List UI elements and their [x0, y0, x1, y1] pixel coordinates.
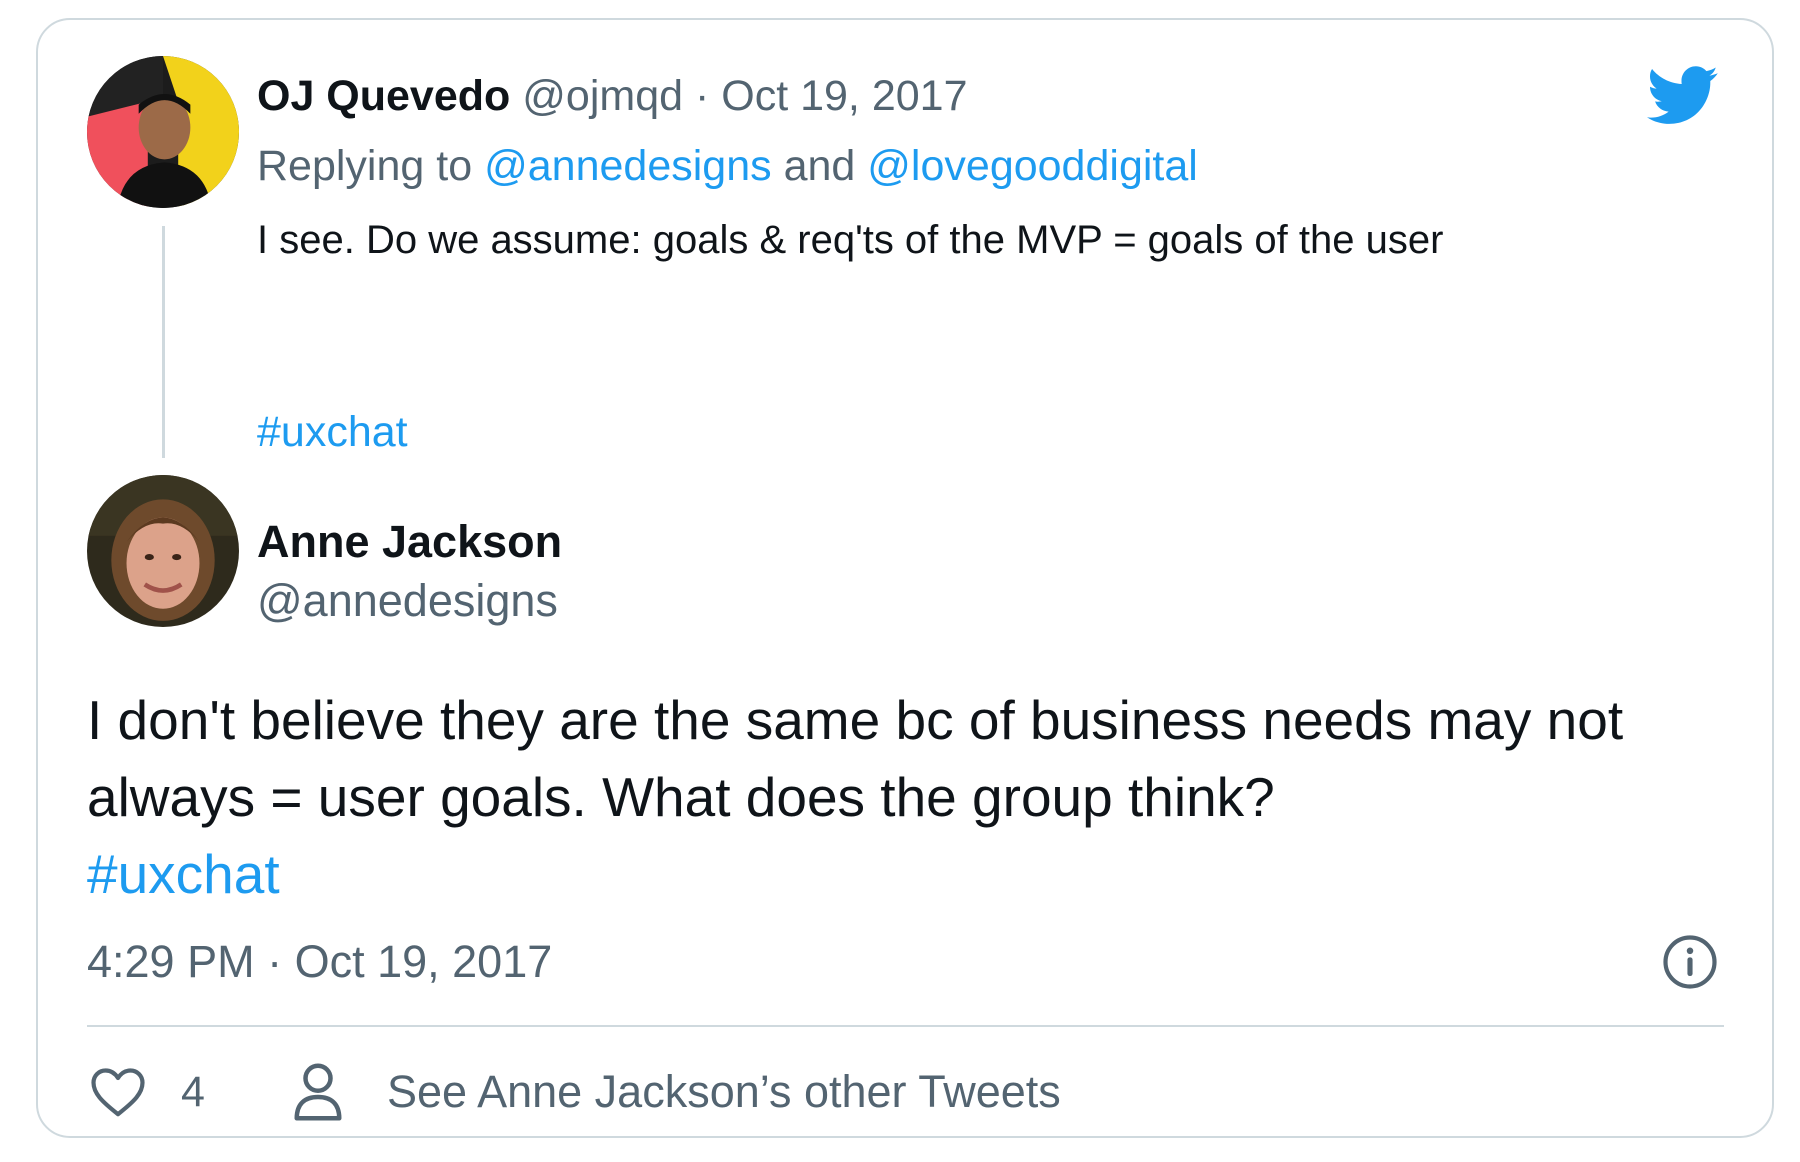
avatar-oj-quevedo[interactable]: [87, 56, 239, 208]
reply-mention-lovegooddigital[interactable]: @lovegooddigital: [867, 142, 1198, 190]
divider: [87, 1025, 1724, 1027]
avatar-oj-image: [87, 56, 239, 208]
parent-tweet-header: OJ Quevedo @ojmqd · Oct 19, 2017: [257, 66, 968, 126]
parent-author-name[interactable]: OJ Quevedo: [257, 72, 510, 120]
see-other-tweets-link[interactable]: See Anne Jackson’s other Tweets: [387, 1062, 1061, 1122]
thread-connector-line: [162, 226, 165, 458]
tweet-text-block: I don't believe they are the same bc of …: [87, 682, 1757, 913]
replying-and: and: [783, 142, 856, 190]
author-handle[interactable]: @annedesigns: [257, 571, 558, 631]
twitter-bird-icon[interactable]: [1647, 65, 1719, 127]
reply-mention-annedesigns[interactable]: @annedesigns: [484, 142, 772, 190]
avatar-anne-image: [87, 475, 239, 627]
parent-tweet-date[interactable]: Oct 19, 2017: [721, 72, 967, 120]
tweet-timestamp[interactable]: 4:29 PM · Oct 19, 2017: [87, 932, 552, 992]
heart-icon[interactable]: [90, 1066, 146, 1118]
parent-tweet-text: I see. Do we assume: goals & req'ts of t…: [257, 218, 1444, 262]
replying-to-line: Replying to @annedesigns and @lovegooddi…: [257, 136, 1198, 196]
like-count[interactable]: 4: [181, 1062, 205, 1122]
info-icon[interactable]: [1662, 934, 1718, 990]
hashtag-link[interactable]: #uxchat: [87, 836, 1757, 913]
parent-author-handle[interactable]: @ojmqd: [522, 72, 683, 120]
tweet-text: I don't believe they are the same bc of …: [87, 689, 1624, 828]
parent-hashtag-link[interactable]: #uxchat: [257, 402, 408, 462]
person-icon[interactable]: [293, 1062, 343, 1122]
author-name[interactable]: Anne Jackson: [257, 512, 562, 572]
replying-prefix: Replying to: [257, 142, 473, 190]
embedded-tweet-card: OJ Quevedo @ojmqd · Oct 19, 2017 Replyin…: [36, 18, 1774, 1138]
avatar-anne-jackson[interactable]: [87, 475, 239, 627]
header-separator: ·: [694, 72, 710, 120]
